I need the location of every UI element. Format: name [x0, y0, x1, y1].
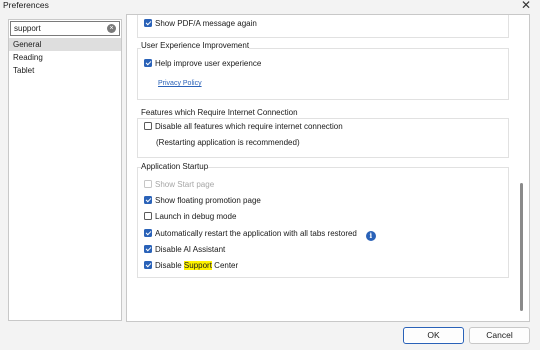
category-panel: support × General Reading Tablet [8, 19, 122, 321]
nav-item-reading[interactable]: Reading [9, 51, 121, 64]
cancel-button[interactable]: Cancel [469, 327, 530, 344]
search-match-highlight: Support [183, 261, 212, 270]
show-start-page-checkbox[interactable]: Show Start page [144, 179, 214, 191]
checkbox-label-suffix: Center [211, 261, 239, 270]
search-input[interactable]: support × [10, 21, 120, 36]
checkbox-label: Automatically restart the application wi… [155, 229, 357, 238]
search-input-value: support [14, 24, 41, 33]
vertical-scrollbar[interactable] [516, 15, 528, 321]
checkbox-label: Disable all features which require inter… [155, 122, 343, 131]
help-improve-checkbox[interactable]: Help improve user experience [144, 58, 261, 70]
info-icon[interactable]: i [365, 231, 376, 241]
disable-ai-assistant-checkbox[interactable]: Disable AI Assistant [144, 244, 225, 256]
title-bar: Preferences ✕ [0, 0, 540, 14]
checkbox-checked-icon [144, 229, 152, 237]
checkbox-unchecked-icon [144, 212, 152, 220]
group-user-experience [137, 48, 509, 100]
checkbox-unchecked-icon [144, 122, 152, 130]
privacy-policy-link-row: Privacy Policy [158, 77, 202, 89]
checkbox-label: Launch in debug mode [155, 212, 237, 221]
checkbox-checked-icon [144, 19, 152, 27]
group-title-application-startup: Application Startup [141, 162, 209, 172]
group-title-internet: Features which Require Internet Connecti… [141, 108, 298, 118]
nav-item-general[interactable]: General [9, 38, 121, 51]
checkbox-checked-icon [144, 245, 152, 253]
checkbox-label: Disable AI Assistant [155, 245, 226, 254]
privacy-policy-link[interactable]: Privacy Policy [158, 80, 202, 87]
show-pdfa-message-checkbox[interactable]: Show PDF/A message again [144, 18, 257, 30]
debug-mode-checkbox[interactable]: Launch in debug mode [144, 211, 236, 223]
category-list: General Reading Tablet [9, 38, 121, 77]
checkbox-label-prefix: Disable [155, 261, 184, 270]
checkbox-disabled-icon [144, 180, 152, 188]
settings-panel: Show PDF/A message again User Experience… [126, 14, 530, 322]
floating-promotion-checkbox[interactable]: Show floating promotion page [144, 195, 261, 207]
checkbox-checked-icon [144, 196, 152, 204]
restart-note: (Restarting application is recommended) [156, 138, 300, 147]
nav-item-tablet[interactable]: Tablet [9, 64, 121, 77]
checkbox-checked-icon [144, 261, 152, 269]
scrollbar-thumb[interactable] [520, 183, 523, 311]
checkbox-label: Help improve user experience [155, 59, 262, 68]
checkbox-label: Show floating promotion page [155, 196, 261, 205]
clear-search-icon[interactable]: × [107, 24, 116, 33]
disable-internet-features-checkbox[interactable]: Disable all features which require inter… [144, 121, 343, 133]
group-title-user-experience: User Experience Improvement [141, 41, 250, 51]
checkbox-label: Show Start page [155, 180, 215, 189]
close-icon[interactable]: ✕ [516, 0, 536, 12]
disable-support-center-checkbox[interactable]: Disable Support Center [144, 260, 238, 272]
checkbox-checked-icon [144, 59, 152, 67]
restart-with-tabs-checkbox[interactable]: Automatically restart the application wi… [144, 228, 376, 241]
ok-button[interactable]: OK [403, 327, 464, 344]
checkbox-label: Show PDF/A message again [155, 19, 257, 28]
window-title: Preferences [3, 0, 49, 10]
